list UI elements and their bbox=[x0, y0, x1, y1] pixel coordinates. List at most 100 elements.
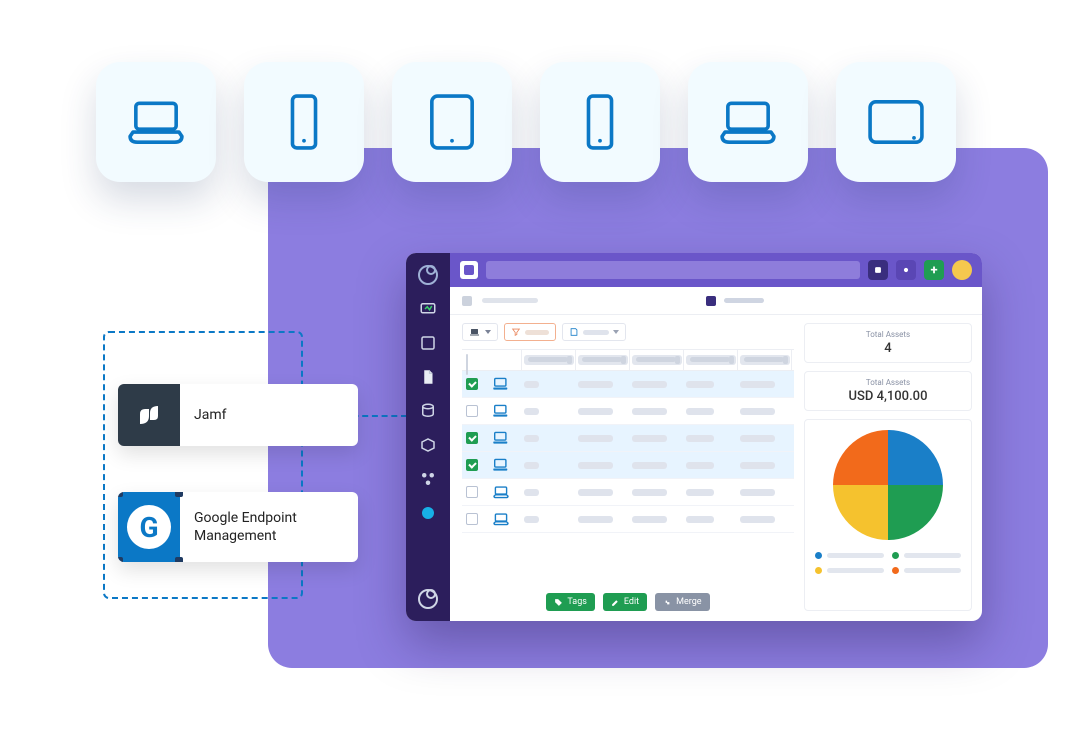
table-cell bbox=[632, 489, 667, 496]
asset-type-icon bbox=[492, 512, 520, 526]
table-cell bbox=[524, 381, 539, 388]
table-column-header[interactable] bbox=[632, 355, 682, 365]
asset-type-icon bbox=[492, 485, 520, 499]
table-row[interactable] bbox=[462, 479, 794, 506]
device-laptop-icon-2 bbox=[688, 62, 808, 182]
assets-list-panel: Tags Edit Merge bbox=[462, 323, 794, 611]
row-checkbox[interactable] bbox=[466, 378, 478, 390]
edit-button[interactable]: Edit bbox=[603, 593, 647, 611]
table-cell bbox=[578, 516, 613, 523]
save-filter-button[interactable] bbox=[562, 323, 626, 341]
table-cell bbox=[632, 435, 667, 442]
total-assets-cost-card: Total Assets USD 4,100.00 bbox=[804, 371, 972, 411]
topbar-avatar[interactable] bbox=[952, 260, 972, 280]
legend-item bbox=[892, 567, 961, 574]
table-column-header[interactable] bbox=[524, 355, 574, 365]
table-row[interactable] bbox=[462, 398, 794, 425]
table-cell bbox=[686, 381, 714, 388]
tab-label-placeholder bbox=[724, 298, 764, 303]
table-cell bbox=[686, 462, 714, 469]
table-column-header[interactable] bbox=[578, 355, 628, 365]
table-cell bbox=[632, 516, 667, 523]
legend-item bbox=[892, 552, 961, 559]
stat-value: 4 bbox=[809, 341, 967, 356]
assets-type-dropdown[interactable] bbox=[462, 323, 498, 341]
breadcrumb-home-icon[interactable] bbox=[462, 296, 472, 306]
table-cell bbox=[632, 408, 667, 415]
sidebar-item-tickets[interactable] bbox=[418, 333, 438, 353]
table-cell bbox=[740, 489, 775, 496]
tab-assets[interactable] bbox=[706, 296, 716, 306]
tags-button[interactable]: Tags bbox=[546, 593, 594, 611]
topbar-notifications-button[interactable] bbox=[868, 260, 888, 280]
integration-chip-jamf[interactable]: Jamf bbox=[118, 384, 358, 446]
row-checkbox[interactable] bbox=[466, 432, 478, 444]
app-logo-icon[interactable] bbox=[418, 265, 438, 285]
connector-dot-icon bbox=[175, 557, 183, 562]
row-checkbox[interactable] bbox=[466, 405, 478, 417]
table-cell bbox=[524, 516, 539, 523]
chart-legend bbox=[815, 552, 961, 574]
device-tablet-icon bbox=[392, 62, 512, 182]
asset-type-icon bbox=[492, 431, 520, 445]
topbar-add-button[interactable]: + bbox=[924, 260, 944, 280]
topbar-search-input[interactable] bbox=[486, 261, 860, 279]
device-tablet-landscape-icon bbox=[836, 62, 956, 182]
asset-type-icon bbox=[492, 458, 520, 472]
table-header bbox=[462, 350, 794, 371]
table-column-header[interactable] bbox=[740, 355, 790, 365]
integration-chip-google[interactable]: G Google Endpoint Management bbox=[118, 492, 358, 562]
table-row[interactable] bbox=[462, 371, 794, 398]
table-row[interactable] bbox=[462, 506, 794, 533]
app-sidebar bbox=[406, 253, 450, 621]
table-cell bbox=[632, 381, 667, 388]
asset-type-icon bbox=[492, 377, 520, 391]
filter-bar bbox=[462, 323, 794, 341]
sidebar-item-inventory[interactable] bbox=[418, 435, 438, 455]
row-checkbox[interactable] bbox=[466, 513, 478, 525]
filter-dropdown[interactable] bbox=[504, 323, 556, 341]
table-cell bbox=[686, 516, 714, 523]
table-column-header[interactable] bbox=[686, 355, 736, 365]
table-cell bbox=[578, 408, 613, 415]
breadcrumb bbox=[482, 298, 538, 303]
sidebar-item-network[interactable] bbox=[418, 469, 438, 489]
pie-chart bbox=[833, 430, 943, 540]
assets-breakdown-chart-card bbox=[804, 419, 972, 611]
jamf-logo-icon bbox=[118, 384, 180, 446]
legend-item bbox=[815, 552, 884, 559]
asset-management-app-window: + bbox=[406, 253, 982, 621]
table-cell bbox=[632, 462, 667, 469]
asset-type-icon bbox=[492, 404, 520, 418]
app-main: + bbox=[450, 253, 982, 621]
row-checkbox[interactable] bbox=[466, 486, 478, 498]
sidebar-item-documents[interactable] bbox=[418, 367, 438, 387]
table-cell bbox=[524, 435, 539, 442]
total-assets-card: Total Assets 4 bbox=[804, 323, 972, 363]
device-laptop-icon bbox=[96, 62, 216, 182]
sidebar-item-active[interactable] bbox=[418, 503, 438, 523]
table-cell bbox=[740, 462, 775, 469]
integration-chip-label: Jamf bbox=[180, 406, 240, 424]
select-all-checkbox[interactable] bbox=[466, 354, 468, 375]
table-cell bbox=[524, 462, 539, 469]
table-row[interactable] bbox=[462, 425, 794, 452]
table-cell bbox=[686, 489, 714, 496]
legend-item bbox=[815, 567, 884, 574]
connector-dot-icon bbox=[118, 557, 123, 562]
sidebar-item-database[interactable] bbox=[418, 401, 438, 421]
table-cell bbox=[578, 462, 613, 469]
topbar-apps-button[interactable] bbox=[460, 261, 478, 279]
app-footer-logo-icon bbox=[418, 589, 438, 609]
topbar-settings-button[interactable] bbox=[896, 260, 916, 280]
table-row[interactable] bbox=[462, 452, 794, 479]
table-cell bbox=[578, 435, 613, 442]
app-subbar bbox=[450, 287, 982, 315]
table-cell bbox=[524, 408, 539, 415]
row-checkbox[interactable] bbox=[466, 459, 478, 471]
bulk-actions-bar: Tags Edit Merge bbox=[462, 587, 794, 611]
table-cell bbox=[740, 435, 775, 442]
merge-button[interactable]: Merge bbox=[655, 593, 709, 611]
stat-label: Total Assets bbox=[809, 330, 967, 339]
sidebar-item-dashboard[interactable] bbox=[418, 299, 438, 319]
